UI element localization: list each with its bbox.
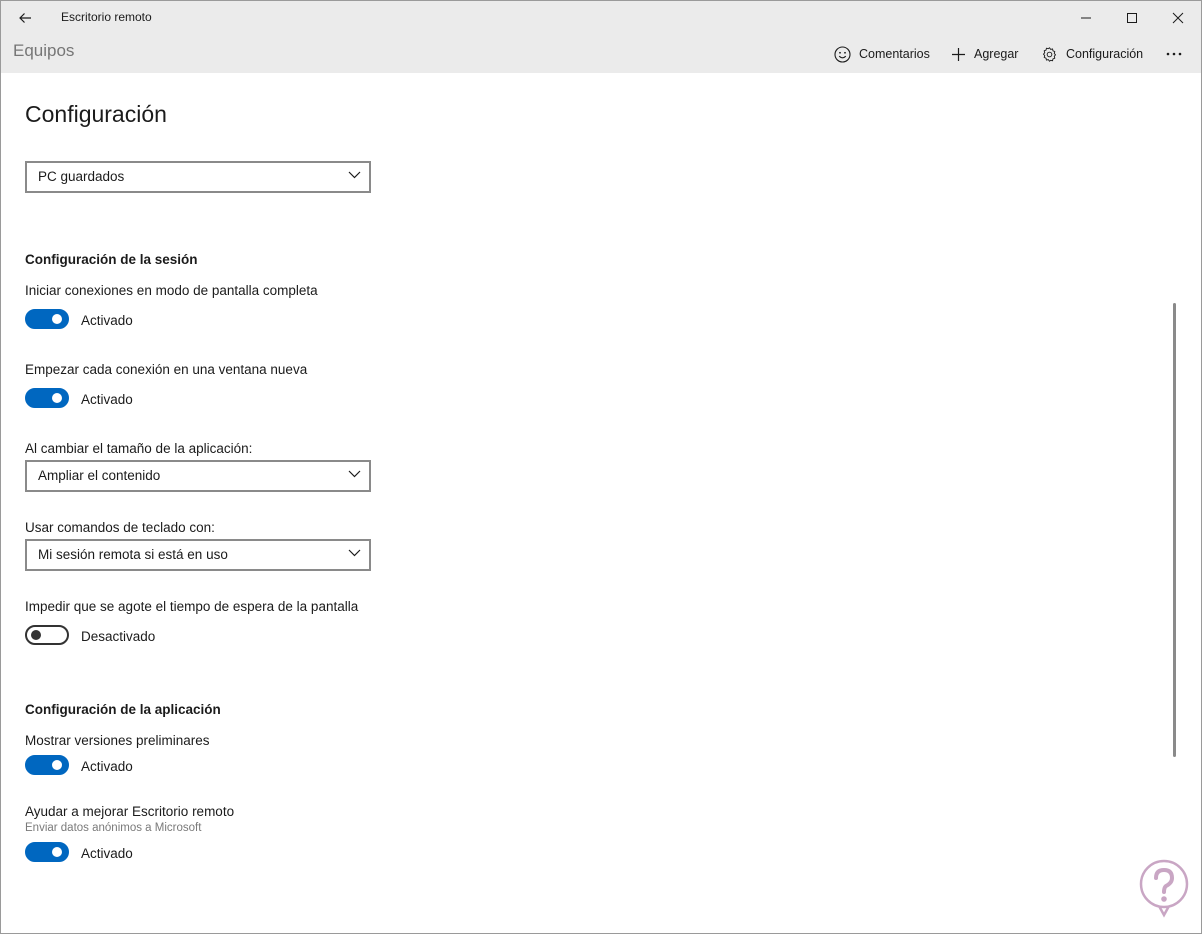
settings-label: Configuración	[1066, 47, 1144, 61]
command-bar: Equipos Comentarios Agregar Configuració…	[1, 35, 1201, 73]
window-title: Escritorio remoto	[61, 10, 152, 24]
preview-versions-label: Mostrar versiones preliminares	[25, 733, 210, 748]
screen-timeout-state: Desactivado	[81, 629, 156, 644]
resize-value: Ampliar el contenido	[38, 468, 161, 483]
fullscreen-label: Iniciar conexiones en modo de pantalla c…	[25, 283, 318, 298]
more-options-button[interactable]	[1159, 43, 1189, 65]
chevron-down-icon	[348, 470, 361, 478]
settings-content: Configuración PC guardados Configuración…	[1, 73, 1201, 933]
settings-button[interactable]: Configuración	[1041, 43, 1143, 65]
improve-sublabel: Enviar datos anónimos a Microsoft	[25, 822, 202, 834]
preview-versions-toggle[interactable]	[25, 755, 69, 775]
maximize-icon	[1127, 13, 1137, 23]
plus-icon	[952, 47, 965, 61]
keyboard-label: Usar comandos de teclado con:	[25, 520, 215, 535]
fullscreen-state: Activado	[81, 313, 133, 328]
toggle-knob	[52, 393, 62, 403]
smiley-icon	[834, 45, 851, 63]
keyboard-dropdown[interactable]: Mi sesión remota si está en uso	[25, 539, 371, 571]
section-title: Equipos	[13, 41, 75, 60]
close-button[interactable]	[1155, 1, 1201, 35]
toggle-knob	[52, 847, 62, 857]
new-window-state: Activado	[81, 392, 133, 407]
toggle-knob	[31, 630, 41, 640]
fullscreen-toggle[interactable]	[25, 309, 69, 329]
chevron-down-icon	[348, 171, 361, 179]
resize-dropdown[interactable]: Ampliar el contenido	[25, 460, 371, 492]
chevron-down-icon	[348, 549, 361, 557]
feedback-label: Comentarios	[859, 47, 930, 61]
help-watermark-icon	[1139, 859, 1189, 918]
saved-pcs-dropdown[interactable]: PC guardados	[25, 161, 371, 193]
gear-icon	[1043, 46, 1056, 62]
more-icon	[1166, 52, 1182, 56]
add-button[interactable]: Agregar	[951, 43, 1018, 65]
close-icon	[1172, 12, 1184, 24]
saved-pcs-value: PC guardados	[38, 169, 125, 184]
minimize-icon	[1081, 17, 1091, 19]
minimize-button[interactable]	[1063, 1, 1109, 35]
improve-label: Ayudar a mejorar Escritorio remoto	[25, 804, 235, 819]
screen-timeout-label: Impedir que se agote el tiempo de espera…	[25, 599, 359, 614]
session-settings-heading: Configuración de la sesión	[25, 252, 198, 267]
app-window: Escritorio remoto Equipos Comentarios Ag…	[0, 0, 1202, 934]
preview-versions-state: Activado	[81, 759, 133, 774]
resize-label: Al cambiar el tamaño de la aplicación:	[25, 441, 253, 456]
improve-toggle[interactable]	[25, 842, 69, 862]
maximize-button[interactable]	[1109, 1, 1155, 35]
screen-timeout-toggle[interactable]	[25, 625, 69, 645]
vertical-scrollbar[interactable]	[1173, 303, 1176, 757]
back-arrow-icon	[19, 13, 31, 23]
improve-state: Activado	[81, 846, 133, 861]
feedback-button[interactable]: Comentarios	[834, 43, 930, 65]
add-label: Agregar	[974, 47, 1019, 61]
page-title: Configuración	[25, 101, 167, 127]
toggle-knob	[52, 314, 62, 324]
toggle-knob	[52, 760, 62, 770]
back-button[interactable]	[9, 5, 41, 31]
keyboard-value: Mi sesión remota si está en uso	[38, 547, 228, 562]
title-bar: Escritorio remoto	[1, 1, 1201, 35]
new-window-label: Empezar cada conexión en una ventana nue…	[25, 362, 308, 377]
app-settings-heading: Configuración de la aplicación	[25, 702, 221, 717]
new-window-toggle[interactable]	[25, 388, 69, 408]
